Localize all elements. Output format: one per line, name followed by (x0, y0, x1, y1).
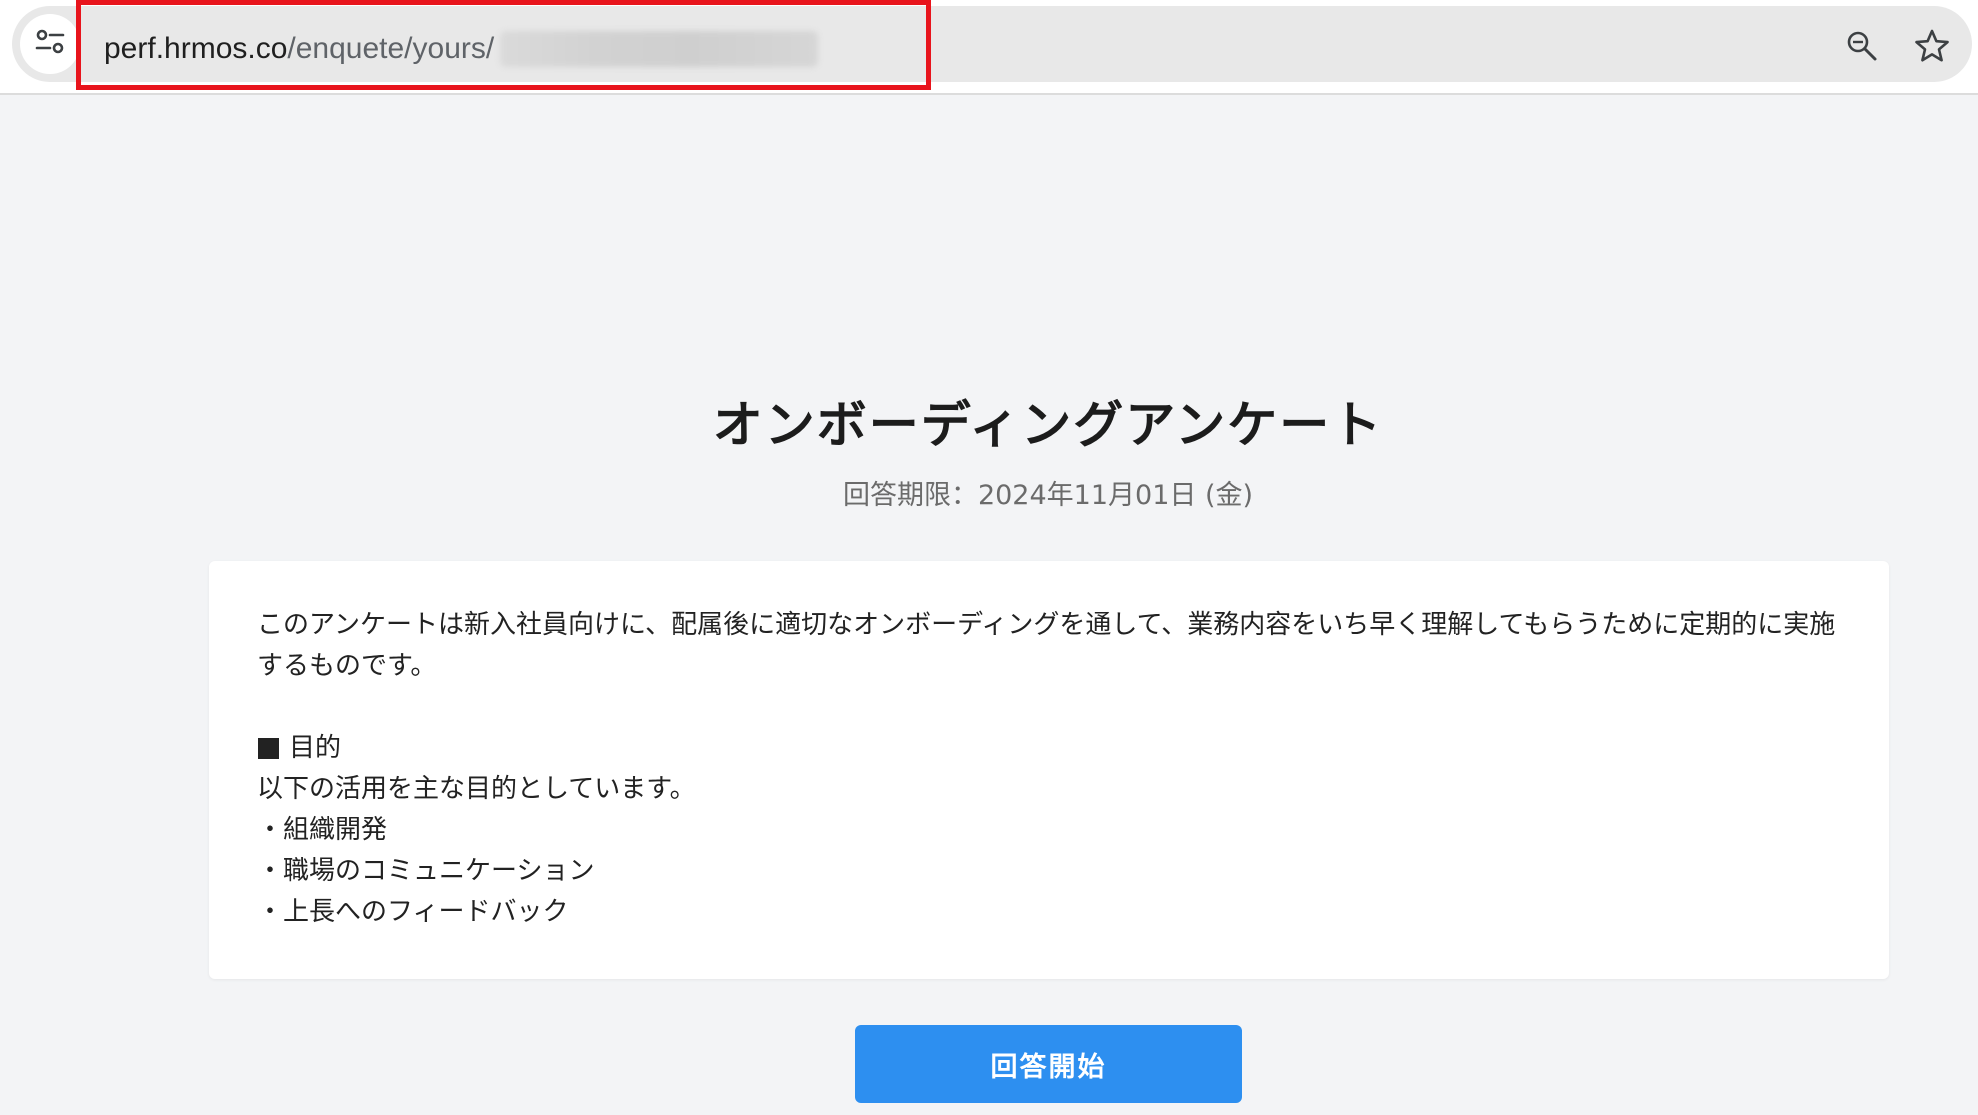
zoom-icon[interactable] (1842, 26, 1882, 66)
survey-description-card: このアンケートは新入社員向けに、配属後に適切なオンボーディングを通して、業務内容… (209, 561, 1889, 979)
purpose-text: 以下の活用を主な目的としています。 (257, 774, 696, 804)
purpose-item: ・上長へのフィードバック (257, 897, 569, 927)
star-icon[interactable] (1912, 26, 1952, 66)
start-answer-button[interactable]: 回答開始 (855, 1025, 1242, 1103)
site-info-button[interactable] (20, 14, 80, 74)
url-highlight-box (76, 0, 931, 90)
purpose-heading-label: 目的 (289, 733, 342, 763)
deadline-text: 回答期限：2024年11月01日 (金) (842, 480, 1254, 511)
tune-icon (33, 25, 67, 63)
survey-title: オンボーディングアンケート (712, 396, 1384, 454)
intro-text: このアンケートは新入社員向けに、配属後に適切なオンボーディングを通して、業務内容… (257, 610, 1836, 681)
browser-toolbar: perf.hrmos.co/enquete/yours/ (0, 0, 1978, 95)
square-bullet-icon (258, 738, 279, 759)
purpose-item: ・組織開発 (257, 815, 388, 845)
purpose-item: ・職場のコミュニケーション (257, 856, 595, 886)
purpose-heading: 目的 (257, 728, 1841, 769)
